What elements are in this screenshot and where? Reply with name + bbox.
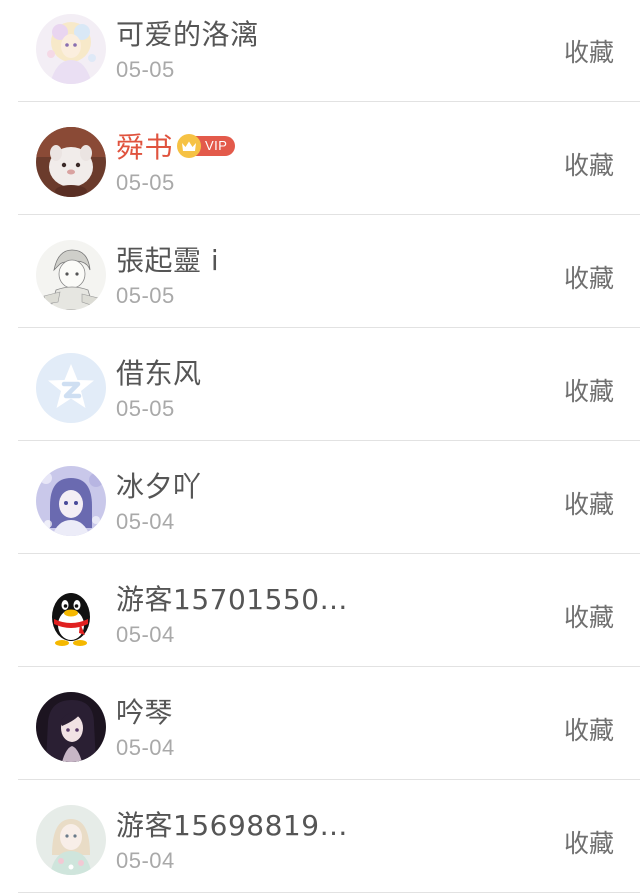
list-item[interactable]: 冰夕吖 05-04 收藏 — [0, 441, 640, 554]
favorite-button[interactable]: 收藏 — [564, 824, 614, 860]
default-star-avatar — [36, 353, 106, 423]
white-fluffy-creature-avatar — [36, 127, 106, 197]
avatar[interactable] — [36, 127, 106, 197]
vip-badge: VIP — [177, 134, 236, 158]
user-name[interactable]: 吟琴 — [116, 691, 173, 731]
favorite-button[interactable]: 收藏 — [564, 146, 614, 182]
anime-girl-blue-avatar — [36, 466, 106, 536]
date-label: 05-04 — [116, 735, 175, 760]
user-name[interactable]: 游客15698819… — [116, 804, 348, 844]
date-label: 05-04 — [116, 622, 175, 647]
sketch-anime-avatar — [36, 240, 106, 310]
favorites-list: 可爱的洛漓 05-05 收藏 舜书 VIP 05-05 收藏 張起靈 i 05-… — [0, 0, 640, 893]
crown-icon — [177, 134, 202, 158]
dark-hair-girl-avatar — [36, 692, 106, 762]
qq-penguin-avatar — [36, 579, 106, 649]
avatar[interactable] — [36, 466, 106, 536]
avatar[interactable] — [36, 579, 106, 649]
doll-avatar — [36, 805, 106, 875]
user-name[interactable]: 舜书 — [116, 126, 173, 166]
favorite-button[interactable]: 收藏 — [564, 711, 614, 747]
avatar[interactable] — [36, 353, 106, 423]
favorite-button[interactable]: 收藏 — [564, 33, 614, 69]
list-item[interactable]: 游客15701550… 05-04 收藏 — [0, 554, 640, 667]
favorite-button[interactable]: 收藏 — [564, 259, 614, 295]
favorite-button[interactable]: 收藏 — [564, 598, 614, 634]
user-name[interactable]: 游客15701550… — [116, 578, 348, 618]
favorite-button[interactable]: 收藏 — [564, 485, 614, 521]
date-label: 05-05 — [116, 283, 175, 308]
list-item[interactable]: 舜书 VIP 05-05 收藏 — [0, 102, 640, 215]
date-label: 05-04 — [116, 509, 175, 534]
avatar[interactable] — [36, 14, 106, 84]
user-name[interactable]: 可爱的洛漓 — [116, 13, 259, 53]
avatar[interactable] — [36, 692, 106, 762]
date-label: 05-04 — [116, 848, 175, 873]
user-name[interactable]: 張起靈 i — [116, 239, 219, 279]
favorite-button[interactable]: 收藏 — [564, 372, 614, 408]
list-item[interactable]: 游客15698819… 05-04 收藏 — [0, 780, 640, 893]
date-label: 05-05 — [116, 57, 175, 82]
list-item[interactable]: 張起靈 i 05-05 收藏 — [0, 215, 640, 328]
anime-girl-pastel-avatar — [36, 14, 106, 84]
user-name[interactable]: 冰夕吖 — [116, 465, 202, 505]
list-item[interactable]: 可爱的洛漓 05-05 收藏 — [0, 0, 640, 102]
list-item[interactable]: 借东风 05-05 收藏 — [0, 328, 640, 441]
avatar[interactable] — [36, 805, 106, 875]
list-item[interactable]: 吟琴 05-04 收藏 — [0, 667, 640, 780]
avatar[interactable] — [36, 240, 106, 310]
date-label: 05-05 — [116, 396, 175, 421]
date-label: 05-05 — [116, 170, 175, 195]
user-name[interactable]: 借东风 — [116, 352, 202, 392]
